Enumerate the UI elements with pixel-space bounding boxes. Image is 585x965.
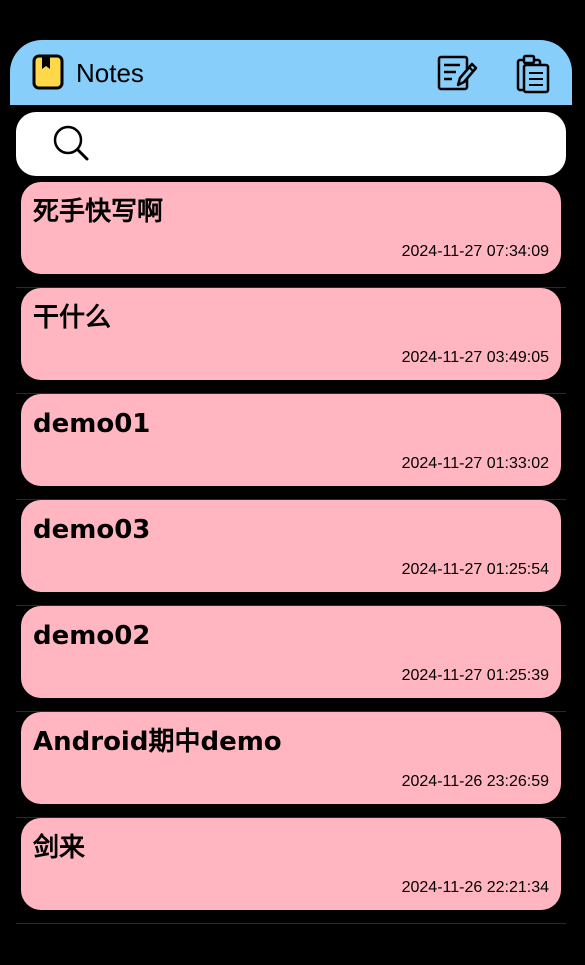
paste-button[interactable] [512, 52, 554, 94]
note-title: Android期中demo [33, 727, 282, 757]
note-card[interactable]: demo03 2024-11-27 01:25:54 [21, 500, 561, 592]
note-card[interactable]: 剑来 2024-11-26 22:21:34 [21, 818, 561, 910]
note-row: demo02 2024-11-27 01:25:39 [16, 606, 566, 712]
search-icon [53, 125, 89, 161]
app-title: Notes [76, 58, 144, 88]
note-card[interactable]: 死手快写啊 2024-11-27 07:34:09 [21, 182, 561, 274]
note-timestamp: 2024-11-27 01:33:02 [401, 455, 549, 472]
note-row: 干什么 2024-11-27 03:49:05 [16, 288, 566, 394]
note-timestamp: 2024-11-26 23:26:59 [401, 773, 549, 790]
note-row: Android期中demo 2024-11-26 23:26:59 [16, 712, 566, 818]
note-title: demo03 [33, 515, 151, 545]
note-title: 死手快写啊 [33, 197, 164, 227]
note-title: demo01 [33, 409, 151, 439]
new-note-button[interactable] [436, 52, 478, 94]
notes-list: 死手快写啊 2024-11-27 07:34:09 干什么 2024-11-27 03… [16, 182, 566, 924]
note-timestamp: 2024-11-27 03:49:05 [401, 349, 549, 366]
note-timestamp: 2024-11-27 01:25:54 [401, 561, 549, 578]
note-row: 剑来 2024-11-26 22:21:34 [16, 818, 566, 924]
note-card[interactable]: Android期中demo 2024-11-26 23:26:59 [21, 712, 561, 804]
note-card[interactable]: demo02 2024-11-27 01:25:39 [21, 606, 561, 698]
note-row: demo03 2024-11-27 01:25:54 [16, 500, 566, 606]
search-input[interactable] [106, 122, 550, 168]
note-row: 死手快写啊 2024-11-27 07:34:09 [16, 182, 566, 288]
search-bar [16, 112, 566, 176]
note-card[interactable]: 干什么 2024-11-27 03:49:05 [21, 288, 561, 380]
notes-app: Notes 死手快写啊 2024-11-27 07:34:09 干什么 2024… [10, 40, 572, 965]
edit-note-icon [437, 55, 478, 91]
note-timestamp: 2024-11-27 07:34:09 [401, 243, 549, 260]
app-header: Notes [10, 40, 572, 105]
note-title: 剑来 [33, 833, 86, 863]
clipboard-paste-icon [516, 54, 550, 94]
note-row: demo01 2024-11-27 01:33:02 [16, 394, 566, 500]
note-title: 干什么 [33, 303, 112, 333]
note-timestamp: 2024-11-27 01:25:39 [401, 667, 549, 684]
note-title: demo02 [33, 621, 151, 651]
note-card[interactable]: demo01 2024-11-27 01:33:02 [21, 394, 561, 486]
note-timestamp: 2024-11-26 22:21:34 [401, 879, 549, 896]
notebook-icon [32, 54, 64, 90]
